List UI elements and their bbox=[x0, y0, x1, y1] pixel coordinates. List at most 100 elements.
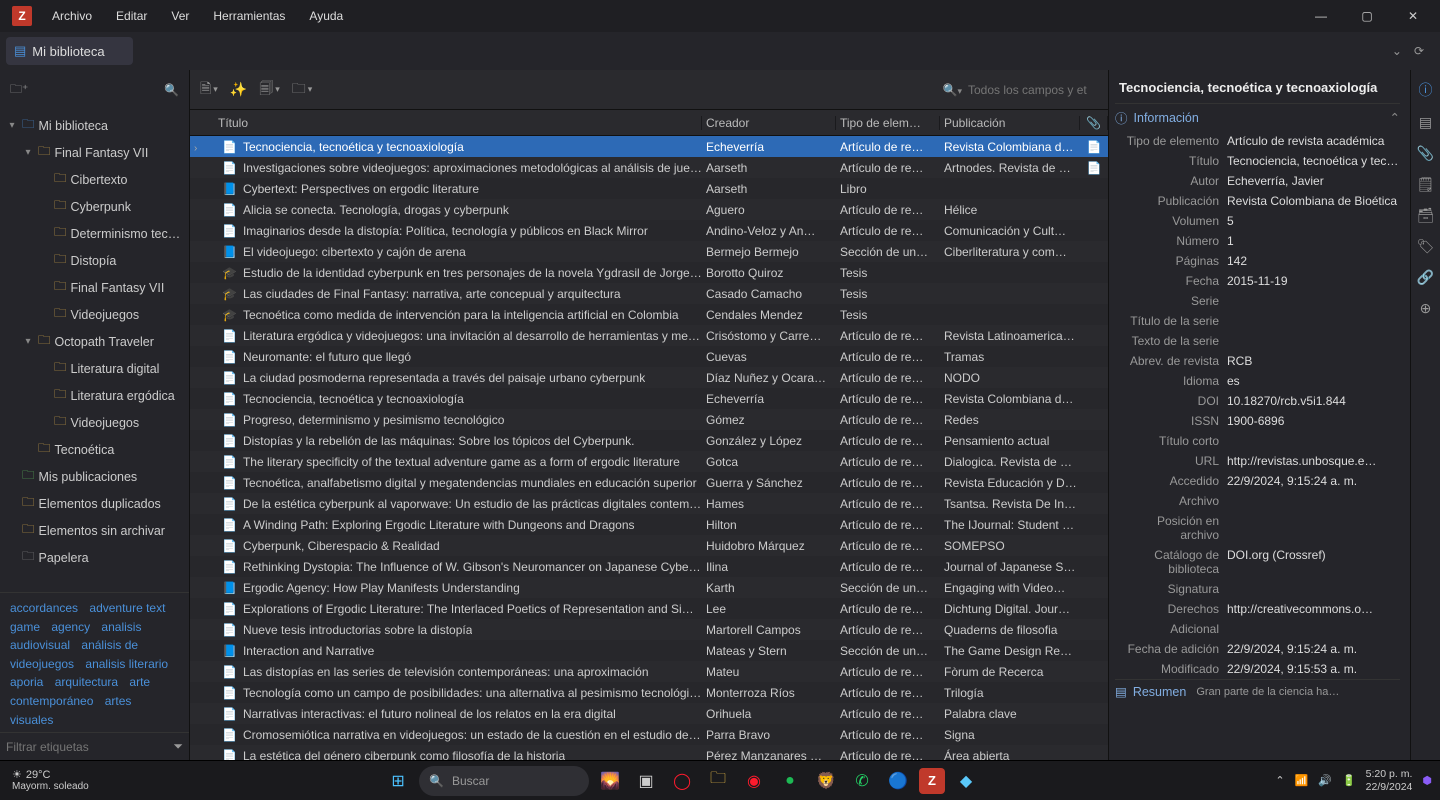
metadata-field[interactable]: Tipo de elemento Artículo de revista aca… bbox=[1115, 131, 1400, 151]
close-button[interactable]: ✕ bbox=[1390, 0, 1436, 32]
field-value[interactable]: 22/9/2024, 9:15:24 a. m. bbox=[1227, 474, 1400, 488]
field-value[interactable]: 2015-11-19 bbox=[1227, 274, 1400, 288]
field-value[interactable]: Tecnociencia, tecnoética y tecnoaxiologí… bbox=[1227, 154, 1400, 168]
tree-item[interactable]: 🗀 Elementos duplicados bbox=[0, 490, 189, 517]
field-value[interactable]: http://creativecommons.o… bbox=[1227, 602, 1400, 616]
menu-ver[interactable]: Ver bbox=[159, 3, 201, 29]
new-collection-icon[interactable]: 🗀⁺ bbox=[10, 80, 28, 101]
table-row[interactable]: 📄 Nueve tesis introductorias sobre la di… bbox=[190, 619, 1108, 640]
menu-editar[interactable]: Editar bbox=[104, 3, 159, 29]
tree-item[interactable]: 🗀 Literatura digital bbox=[0, 355, 189, 382]
metadata-field[interactable]: Publicación Revista Colombiana de Bioéti… bbox=[1115, 191, 1400, 211]
menu-archivo[interactable]: Archivo bbox=[40, 3, 104, 29]
field-value[interactable] bbox=[1227, 314, 1400, 328]
start-button[interactable]: ⊞ bbox=[383, 766, 413, 796]
menu-ayuda[interactable]: Ayuda bbox=[297, 3, 355, 29]
info-tab-icon[interactable]: ⓘ bbox=[1419, 80, 1433, 100]
copilot-icon[interactable]: ⬢ bbox=[1422, 774, 1432, 787]
sync-icon[interactable]: ⟳ bbox=[1414, 44, 1424, 58]
metadata-field[interactable]: Páginas 142 bbox=[1115, 251, 1400, 271]
table-row[interactable]: 📄 Cyberpunk, Ciberespacio & Realidad Hui… bbox=[190, 535, 1108, 556]
abstract-section-header[interactable]: ▤ Resumen Gran parte de la ciencia ha… bbox=[1115, 679, 1400, 703]
tag[interactable]: agency bbox=[51, 620, 90, 634]
table-row[interactable]: 📄 Alicia se conecta. Tecnología, drogas … bbox=[190, 199, 1108, 220]
field-value[interactable]: http://revistas.unbosque.e… bbox=[1227, 454, 1400, 468]
field-value[interactable] bbox=[1227, 622, 1400, 636]
metadata-field[interactable]: Catálogo de biblioteca DOI.org (Crossref… bbox=[1115, 545, 1400, 579]
tree-item[interactable]: ▾ 🗀 Final Fantasy VII bbox=[0, 139, 189, 166]
table-row[interactable]: 📄 Cromosemiótica narrativa en videojuego… bbox=[190, 724, 1108, 745]
tree-item[interactable]: ▾ 🗀 Mi biblioteca bbox=[0, 112, 189, 139]
field-value[interactable] bbox=[1227, 582, 1400, 596]
table-row[interactable]: 📄 La ciudad posmoderna representada a tr… bbox=[190, 367, 1108, 388]
tree-item[interactable]: 🗀 Determinismo tec… bbox=[0, 220, 189, 247]
tab-library[interactable]: ▤ Mi biblioteca bbox=[6, 37, 133, 65]
metadata-field[interactable]: Derechos http://creativecommons.o… bbox=[1115, 599, 1400, 619]
field-value[interactable] bbox=[1227, 434, 1400, 448]
tree-item[interactable]: 🗀 Papelera bbox=[0, 544, 189, 571]
taskbar-clock[interactable]: 5:20 p. m. 22/9/2024 bbox=[1366, 768, 1413, 793]
field-value[interactable] bbox=[1227, 494, 1400, 508]
menu-herramientas[interactable]: Herramientas bbox=[201, 3, 297, 29]
related-tab-icon[interactable]: 🔗 bbox=[1417, 269, 1434, 286]
column-headers[interactable]: Título Creador Tipo de elem… Publicación… bbox=[190, 110, 1108, 136]
tray-wifi-icon[interactable]: 📶 bbox=[1295, 774, 1309, 787]
table-row[interactable]: 📄 Distopías y la rebelión de las máquina… bbox=[190, 430, 1108, 451]
metadata-field[interactable]: Serie bbox=[1115, 291, 1400, 311]
metadata-field[interactable]: Texto de la serie bbox=[1115, 331, 1400, 351]
libraries-tab-icon[interactable]: 🗃 bbox=[1417, 207, 1435, 224]
metadata-field[interactable]: DOI 10.18270/rcb.v5i1.844 bbox=[1115, 391, 1400, 411]
metadata-field[interactable]: Título de la serie bbox=[1115, 311, 1400, 331]
metadata-field[interactable]: Posición en archivo bbox=[1115, 511, 1400, 545]
items-search-input[interactable] bbox=[968, 83, 1098, 97]
taskbar-app-brave[interactable]: 🦁 bbox=[811, 766, 841, 796]
metadata-field[interactable]: Número 1 bbox=[1115, 231, 1400, 251]
tags-tab-icon[interactable]: 🏷 bbox=[1417, 238, 1435, 255]
column-publication[interactable]: Publicación bbox=[940, 116, 1080, 130]
table-row[interactable]: 🎓 Las ciudades de Final Fantasy: narrati… bbox=[190, 283, 1108, 304]
metadata-field[interactable]: URL http://revistas.unbosque.e… bbox=[1115, 451, 1400, 471]
field-value[interactable]: Revista Colombiana de Bioética bbox=[1227, 194, 1400, 208]
metadata-field[interactable]: Adicional bbox=[1115, 619, 1400, 639]
field-value[interactable]: 10.18270/rcb.v5i1.844 bbox=[1227, 394, 1400, 408]
metadata-field[interactable]: Archivo bbox=[1115, 491, 1400, 511]
attachments-tab-icon[interactable]: 📎 bbox=[1417, 145, 1434, 162]
table-row[interactable]: 📄 Las distopías en las series de televis… bbox=[190, 661, 1108, 682]
metadata-field[interactable]: Modificado 22/9/2024, 9:15:53 a. m. bbox=[1115, 659, 1400, 679]
column-title[interactable]: Título bbox=[214, 116, 702, 130]
field-value[interactable]: Echeverría, Javier bbox=[1227, 174, 1400, 188]
table-row[interactable]: 📄 Literatura ergódica y videojuegos: una… bbox=[190, 325, 1108, 346]
taskbar-app-1[interactable]: 🌄 bbox=[595, 766, 625, 796]
metadata-field[interactable]: Título corto bbox=[1115, 431, 1400, 451]
table-row[interactable]: 📄 La estética del género ciberpunk como … bbox=[190, 745, 1108, 760]
tag[interactable]: accordances bbox=[10, 601, 78, 615]
tree-item[interactable]: 🗀 Final Fantasy VII bbox=[0, 274, 189, 301]
tree-item[interactable]: 🗀 Videojuegos bbox=[0, 409, 189, 436]
weather-widget[interactable]: ☀29°C Mayorm. soleado bbox=[8, 769, 89, 792]
table-row[interactable]: 📄 Imaginarios desde la distopía: Polític… bbox=[190, 220, 1108, 241]
table-row[interactable]: 📄 Explorations of Ergodic Literature: Th… bbox=[190, 598, 1108, 619]
add-by-identifier-icon[interactable]: ✨ bbox=[230, 81, 247, 98]
field-value[interactable]: 1900-6896 bbox=[1227, 414, 1400, 428]
metadata-field[interactable]: Fecha de adición 22/9/2024, 9:15:24 a. m… bbox=[1115, 639, 1400, 659]
field-value[interactable]: RCB bbox=[1227, 354, 1400, 368]
taskbar-app-other[interactable]: ◆ bbox=[951, 766, 981, 796]
field-value[interactable] bbox=[1227, 514, 1400, 542]
metadata-field[interactable]: Signatura bbox=[1115, 579, 1400, 599]
table-row[interactable]: 📄 Rethinking Dystopia: The Influence of … bbox=[190, 556, 1108, 577]
tree-item[interactable]: 🗀 Elementos sin archivar bbox=[0, 517, 189, 544]
metadata-field[interactable]: Título Tecnociencia, tecnoética y tecnoa… bbox=[1115, 151, 1400, 171]
taskbar-app-chrome[interactable]: 🔵 bbox=[883, 766, 913, 796]
taskbar-app-operagx[interactable]: ◉ bbox=[739, 766, 769, 796]
table-row[interactable]: 📘 El videojuego: cibertexto y cajón de a… bbox=[190, 241, 1108, 262]
collection-search-icon[interactable]: 🔍 bbox=[164, 83, 179, 97]
new-item-icon[interactable]: 🗎▾ bbox=[200, 78, 218, 102]
tree-item[interactable]: ▾ 🗀 Octopath Traveler bbox=[0, 328, 189, 355]
tray-chevron-icon[interactable]: ⌃ bbox=[1275, 774, 1284, 787]
column-attachment[interactable]: 📎 bbox=[1080, 116, 1108, 130]
annotations-tab-icon[interactable]: 🗒 bbox=[1417, 176, 1435, 193]
tree-item[interactable]: 🗀 Literatura ergódica bbox=[0, 382, 189, 409]
table-row[interactable]: 📘 Cybertext: Perspectives on ergodic lit… bbox=[190, 178, 1108, 199]
field-value[interactable]: 5 bbox=[1227, 214, 1400, 228]
field-value[interactable]: 22/9/2024, 9:15:24 a. m. bbox=[1227, 642, 1400, 656]
